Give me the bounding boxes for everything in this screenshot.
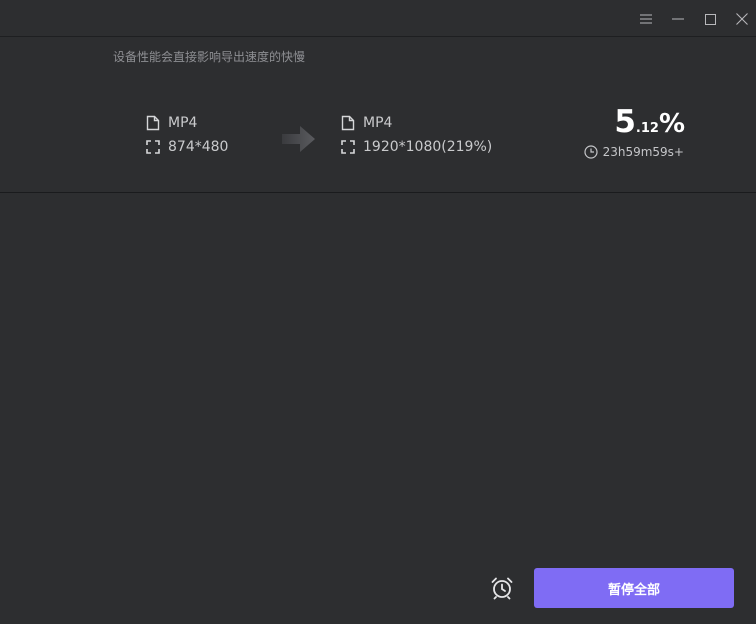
target-resolution-label: 1920*1080(219%) (363, 139, 493, 155)
source-resolution: 874*480 (146, 139, 228, 155)
conversion-task-row: 设备性能会直接影响导出速度的快慢 MP4 874*480 MP4 1920*10… (0, 37, 756, 193)
performance-notice: 设备性能会直接影响导出速度的快慢 (113, 50, 306, 64)
converter-window: 设备性能会直接影响导出速度的快慢 MP4 874*480 MP4 1920*10… (0, 0, 756, 624)
target-resolution: 1920*1080(219%) (341, 139, 492, 155)
progress-sign: % (658, 109, 685, 139)
maximize-icon[interactable] (701, 10, 719, 28)
target-format: MP4 (341, 115, 392, 131)
close-icon[interactable] (733, 10, 751, 28)
progress-integer: 5 (614, 104, 636, 140)
source-resolution-label: 874*480 (168, 139, 229, 155)
pause-all-button[interactable]: 暂停全部 (534, 568, 734, 608)
file-icon (146, 115, 160, 131)
resolution-frame-icon (146, 140, 160, 154)
source-format: MP4 (146, 115, 197, 131)
menu-icon[interactable] (637, 10, 655, 28)
remaining-time: 23h59m59s+ (583, 145, 684, 159)
file-icon (341, 115, 355, 131)
alarm-clock-icon[interactable] (490, 576, 514, 600)
minimize-icon[interactable] (669, 10, 687, 28)
target-format-label: MP4 (363, 115, 393, 131)
resolution-frame-icon (341, 140, 355, 154)
clock-icon (583, 145, 598, 159)
remaining-time-label: 23h59m59s+ (602, 145, 684, 159)
convert-arrow-icon (282, 125, 316, 157)
title-bar (0, 0, 756, 37)
progress-decimal: .12 (635, 121, 659, 136)
progress-percentage: 5 .12 % (614, 104, 685, 140)
source-format-label: MP4 (168, 115, 198, 131)
